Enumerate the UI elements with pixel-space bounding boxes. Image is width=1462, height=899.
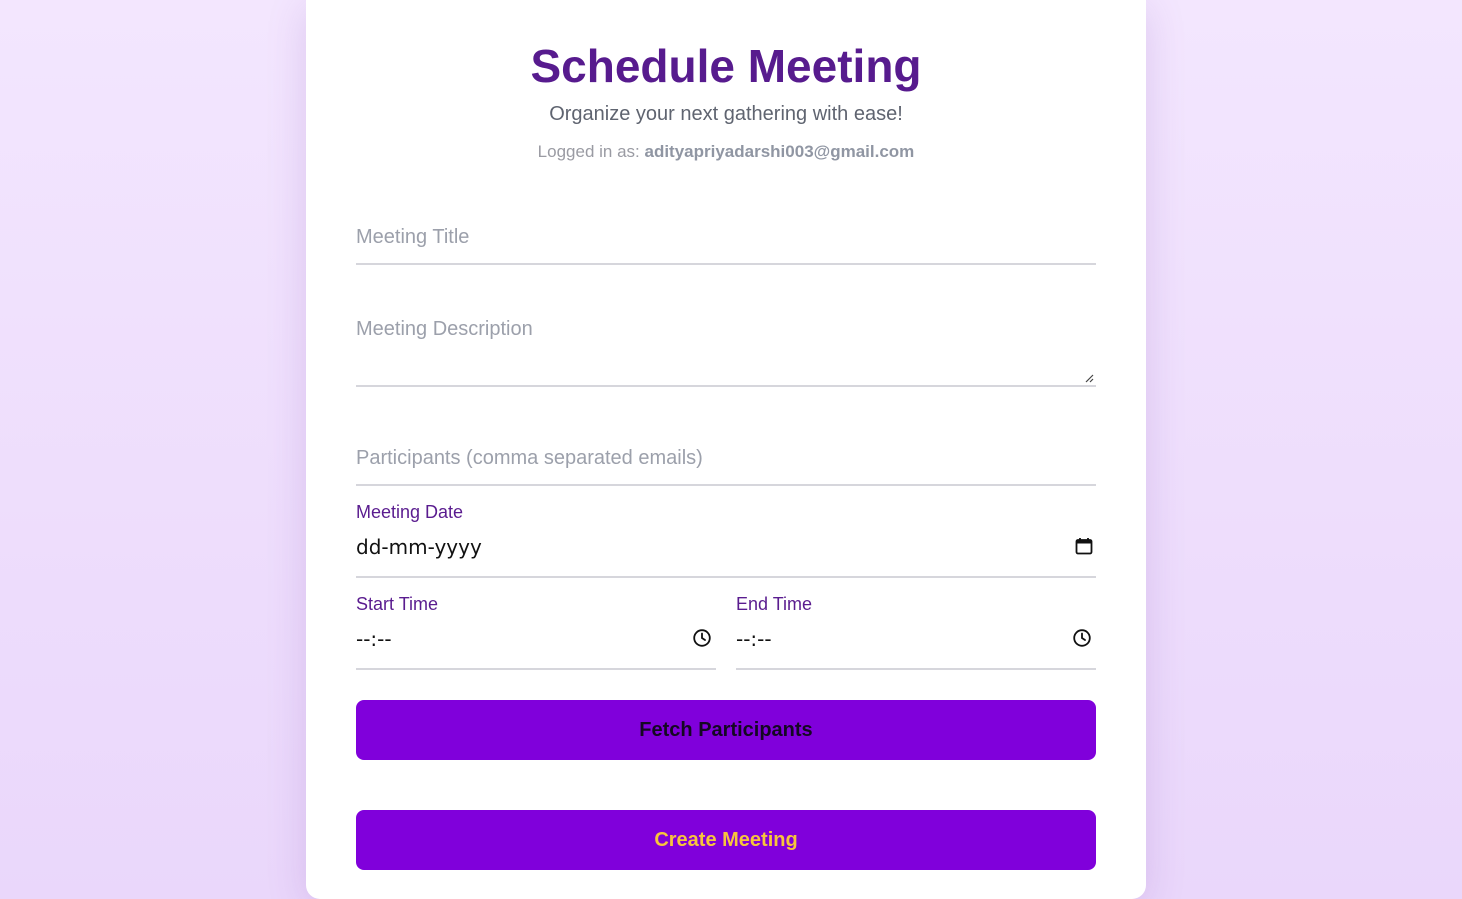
- logged-in-prefix: Logged in as:: [537, 142, 640, 161]
- meeting-description-field: [356, 308, 1096, 387]
- meeting-date-input[interactable]: dd-mm-yyyy: [356, 528, 1096, 578]
- fetch-participants-button[interactable]: Fetch Participants: [356, 700, 1096, 760]
- end-time-value[interactable]: --:--: [736, 627, 772, 651]
- page-title: Schedule Meeting: [530, 40, 922, 92]
- resize-grip-icon[interactable]: [1084, 373, 1094, 383]
- end-time-label: End Time: [736, 594, 813, 614]
- calendar-icon[interactable]: [1074, 536, 1094, 556]
- meeting-title-input[interactable]: [356, 216, 1096, 258]
- logged-in-info: Logged in as: adityapriyadarshi003@gmail…: [356, 141, 1096, 163]
- start-time-input[interactable]: --:--: [356, 620, 716, 670]
- logged-in-email: adityapriyadarshi003@gmail.com: [644, 142, 915, 161]
- meeting-date-label: Meeting Date: [356, 502, 464, 522]
- participants-input[interactable]: [356, 437, 1096, 479]
- clock-icon[interactable]: [1072, 628, 1092, 648]
- schedule-meeting-card: Schedule Meeting Organize your next gath…: [306, 0, 1146, 899]
- meeting-description-input[interactable]: [356, 308, 1096, 386]
- form-container: Schedule Meeting Organize your next gath…: [356, 0, 1096, 899]
- start-time-label: Start Time: [356, 594, 439, 614]
- page-subtitle: Organize your next gathering with ease!: [549, 103, 903, 125]
- create-meeting-button[interactable]: Create Meeting: [356, 810, 1096, 870]
- end-time-input[interactable]: --:--: [736, 620, 1096, 670]
- clock-icon[interactable]: [692, 628, 712, 648]
- start-time-value[interactable]: --:--: [356, 627, 392, 651]
- meeting-title-field: [356, 216, 1096, 265]
- meeting-date-value[interactable]: dd-mm-yyyy: [356, 535, 482, 559]
- participants-field: [356, 437, 1096, 486]
